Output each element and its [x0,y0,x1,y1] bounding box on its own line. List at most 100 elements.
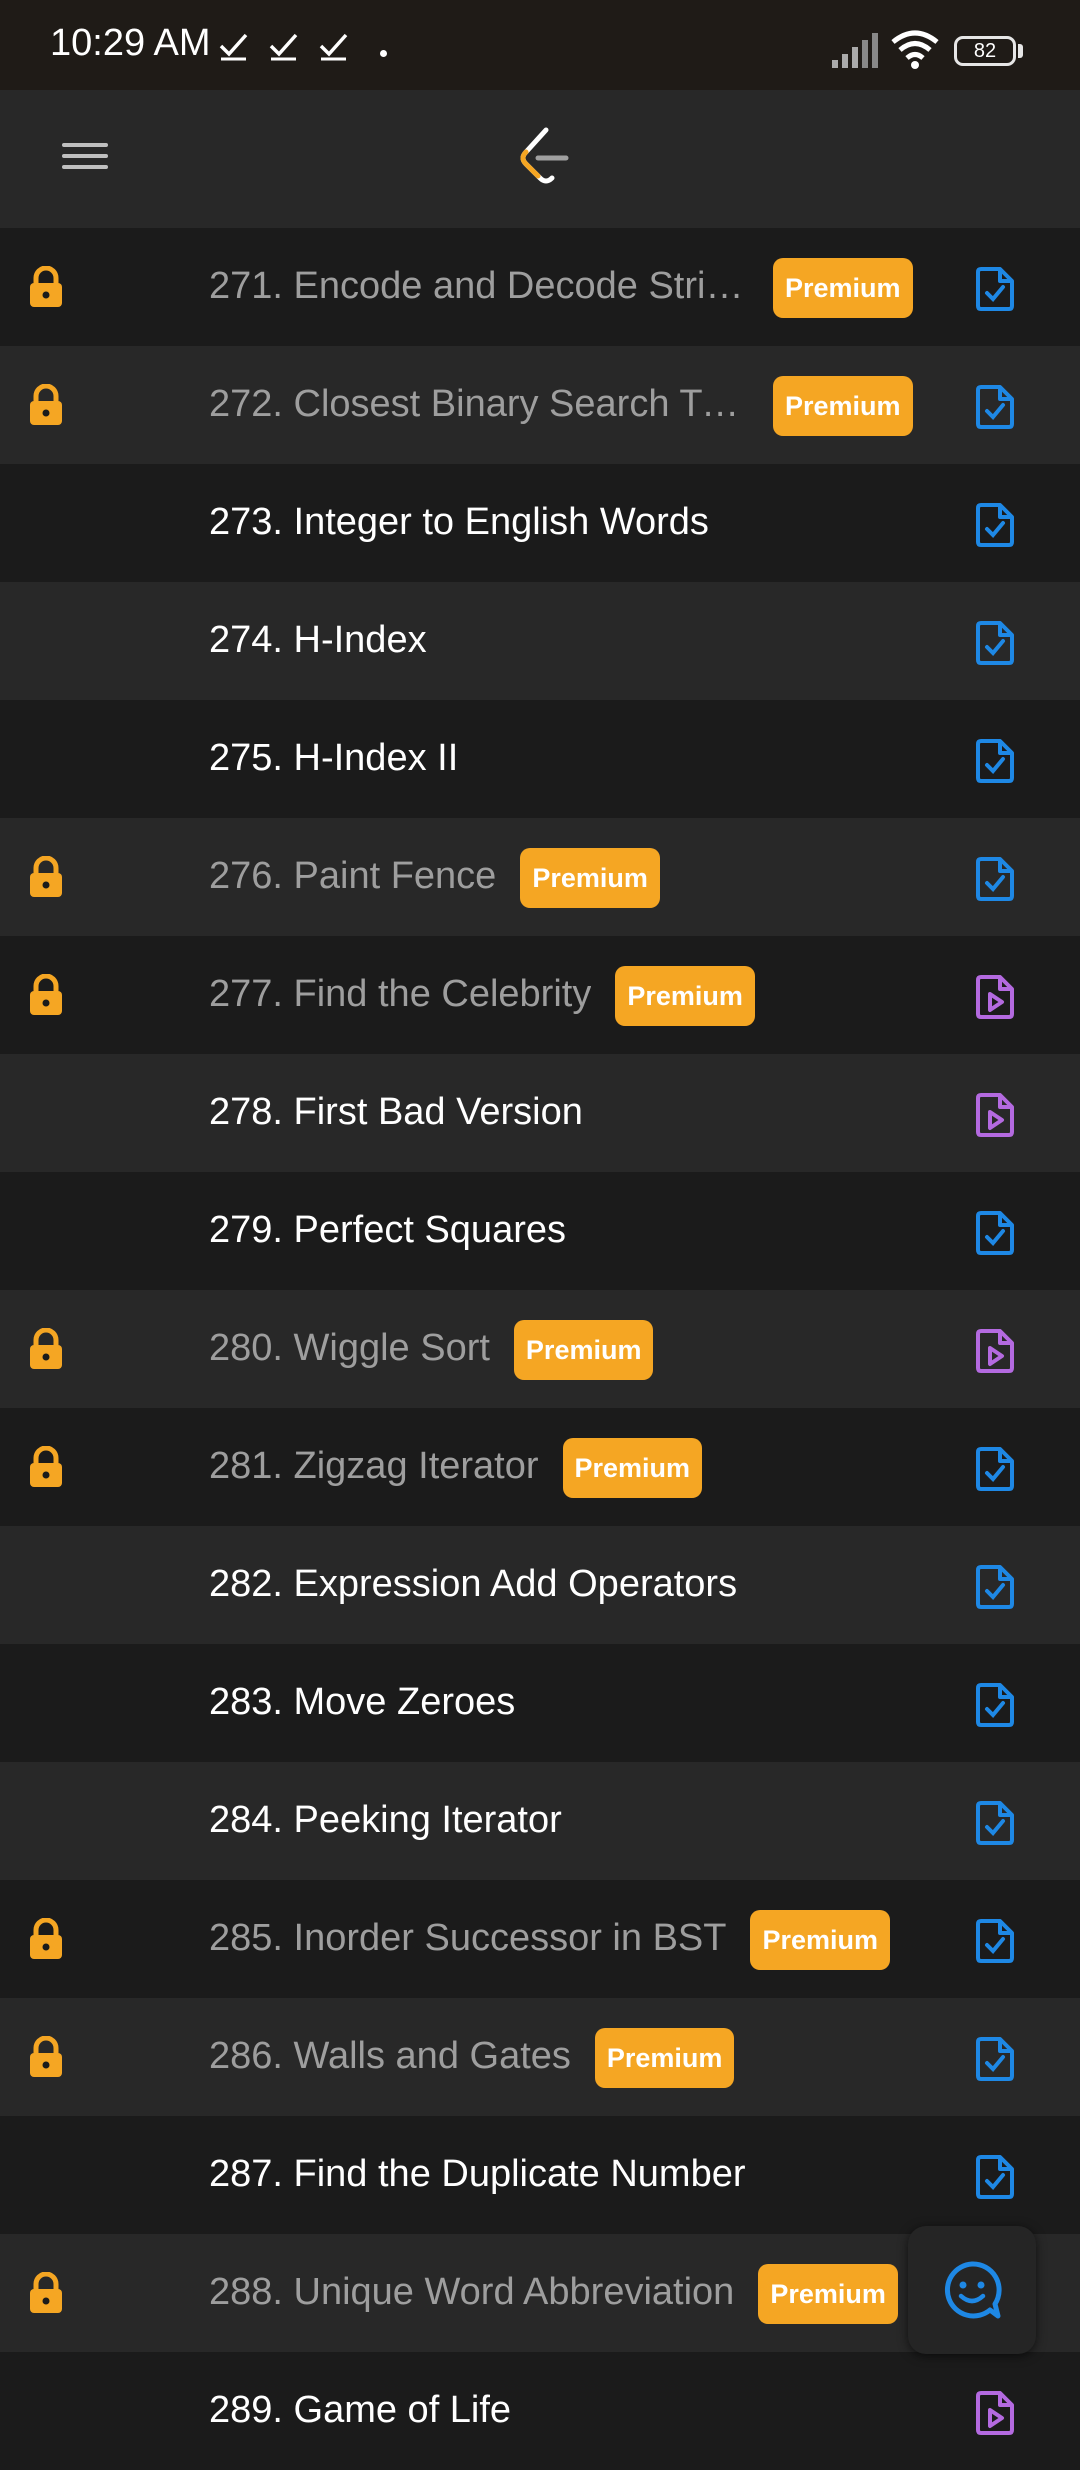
premium-badge: Premium [615,966,755,1026]
problem-row[interactable]: 274. H-Index [0,582,1080,700]
check-notification-icon [219,33,248,61]
problem-title-text: 285. Inorder Successor in BST [209,1917,727,1959]
more-notifications-dot [380,50,387,57]
problem-row[interactable]: 278. First Bad Version [0,1054,1080,1172]
problem-list: 271. Encode and Decode Strin… Premium 272.… [0,228,1080,2470]
solution-doc-icon[interactable] [974,856,1016,902]
solution-doc-icon[interactable] [974,1210,1016,1256]
solution-doc-icon[interactable] [974,1682,1016,1728]
solution-doc-icon[interactable] [974,502,1016,548]
premium-badge: Premium [562,1438,703,1498]
problem-title-text: 284. Peeking Iterator [209,1799,562,1841]
lock-icon [30,974,62,1015]
lock-icon [30,384,62,425]
battery-icon: 82 [954,36,1016,66]
problem-title: 279. Perfect Squares [209,1206,566,1254]
lock-icon [30,1328,62,1369]
problem-row[interactable]: 284. Peeking Iterator [0,1762,1080,1880]
chat-smile-icon [944,2261,1002,2319]
problem-row[interactable]: 275. H-Index II [0,700,1080,818]
problem-title-text: 275. H-Index II [209,737,459,779]
problem-title: 283. Move Zeroes [209,1678,515,1726]
lock-icon [30,2036,62,2077]
problem-title-text: 283. Move Zeroes [209,1681,516,1723]
lock-icon [30,266,62,307]
solution-doc-icon[interactable] [974,266,1016,312]
problem-row[interactable]: 282. Expression Add Operators [0,1526,1080,1644]
premium-badge: Premium [758,2264,898,2324]
solution-doc-icon[interactable] [974,738,1016,784]
video-doc-icon[interactable] [974,974,1016,1020]
problem-row[interactable]: 272. Closest Binary Search Tre… Premium [0,346,1080,464]
problem-title: 287. Find the Duplicate Number [209,2150,746,2198]
problem-title-text: 276. Paint Fence [209,855,497,897]
problem-title-text: 282. Expression Add Operators [209,1563,738,1605]
problem-title: 280. Wiggle Sort Premium [209,1320,654,1384]
status-bar: 10:29 AM 82 [0,0,1080,90]
problem-title: 284. Peeking Iterator [209,1796,562,1844]
problem-title-text: 286. Walls and Gates [209,2035,571,2077]
problem-title: 272. Closest Binary Search Tre… Premium [209,376,913,440]
problem-title: 281. Zigzag Iterator Premium [209,1438,703,1502]
problem-row[interactable]: 283. Move Zeroes [0,1644,1080,1762]
problem-row[interactable]: 277. Find the Celebrity Premium [0,936,1080,1054]
problem-title: 288. Unique Word Abbreviation Premium [209,2264,898,2328]
solution-doc-icon[interactable] [974,1564,1016,1610]
problem-row[interactable]: 286. Walls and Gates Premium [0,1998,1080,2116]
problem-row[interactable]: 276. Paint Fence Premium [0,818,1080,936]
premium-badge: Premium [520,848,660,908]
problem-title: 285. Inorder Successor in BST Premium [209,1910,891,1974]
battery-tip [1018,44,1023,58]
problem-row[interactable]: 280. Wiggle Sort Premium [0,1290,1080,1408]
problem-title: 289. Game of Life [209,2386,511,2434]
leetcode-logo-icon[interactable] [516,126,572,190]
problem-row[interactable]: 271. Encode and Decode Strin… Premium [0,228,1080,346]
problem-title-text: 280. Wiggle Sort [209,1327,490,1369]
solution-doc-icon[interactable] [974,1800,1016,1846]
solution-doc-icon[interactable] [974,2036,1016,2082]
problem-title-text: 274. H-Index [209,619,427,661]
problem-title-text: 272. Closest Binary Search Tre… [209,383,749,425]
solution-doc-icon[interactable] [974,2154,1016,2200]
problem-title-text: 289. Game of Life [209,2389,512,2431]
problem-row[interactable]: 273. Integer to English Words [0,464,1080,582]
problem-title-text: 288. Unique Word Abbreviation [209,2271,735,2313]
problem-row[interactable]: 285. Inorder Successor in BST Premium [0,1880,1080,1998]
video-doc-icon[interactable] [974,1092,1016,1138]
lock-icon [30,1446,62,1487]
problem-title-text: 279. Perfect Squares [209,1209,566,1251]
wifi-icon [891,30,939,69]
chat-fab-button[interactable] [908,2226,1036,2354]
premium-badge: Premium [513,1320,654,1380]
premium-badge: Premium [773,258,913,318]
lock-icon [30,856,62,897]
solution-doc-icon[interactable] [974,620,1016,666]
solution-doc-icon[interactable] [974,384,1016,430]
problem-title: 286. Walls and Gates Premium [209,2028,735,2092]
problem-title-text: 271. Encode and Decode Strin… [209,265,749,307]
problem-row[interactable]: 279. Perfect Squares [0,1172,1080,1290]
notification-icons [218,30,350,62]
problem-title-text: 287. Find the Duplicate Number [209,2153,746,2195]
problem-title-text: 281. Zigzag Iterator [209,1445,539,1487]
app-header [0,90,1080,230]
problem-title: 271. Encode and Decode Strin… Premium [209,258,913,322]
solution-doc-icon[interactable] [974,1446,1016,1492]
problem-title-text: 278. First Bad Version [209,1091,583,1133]
problem-title: 276. Paint Fence Premium [209,848,660,912]
lock-icon [30,2272,62,2313]
problem-title: 282. Expression Add Operators [209,1560,737,1608]
hamburger-menu-icon[interactable] [62,136,108,182]
problem-title: 274. H-Index [209,616,427,664]
problem-row[interactable]: 287. Find the Duplicate Number [0,2116,1080,2234]
status-time: 10:29 AM [50,22,211,64]
problem-row[interactable]: 281. Zigzag Iterator Premium [0,1408,1080,1526]
problem-title-text: 273. Integer to English Words [209,501,709,543]
video-doc-icon[interactable] [974,2390,1016,2436]
premium-badge: Premium [750,1910,891,1970]
check-notification-icon [319,33,348,61]
solution-doc-icon[interactable] [974,1918,1016,1964]
video-doc-icon[interactable] [974,1328,1016,1374]
problem-title: 278. First Bad Version [209,1088,583,1136]
problem-row[interactable]: 289. Game of Life [0,2352,1080,2470]
